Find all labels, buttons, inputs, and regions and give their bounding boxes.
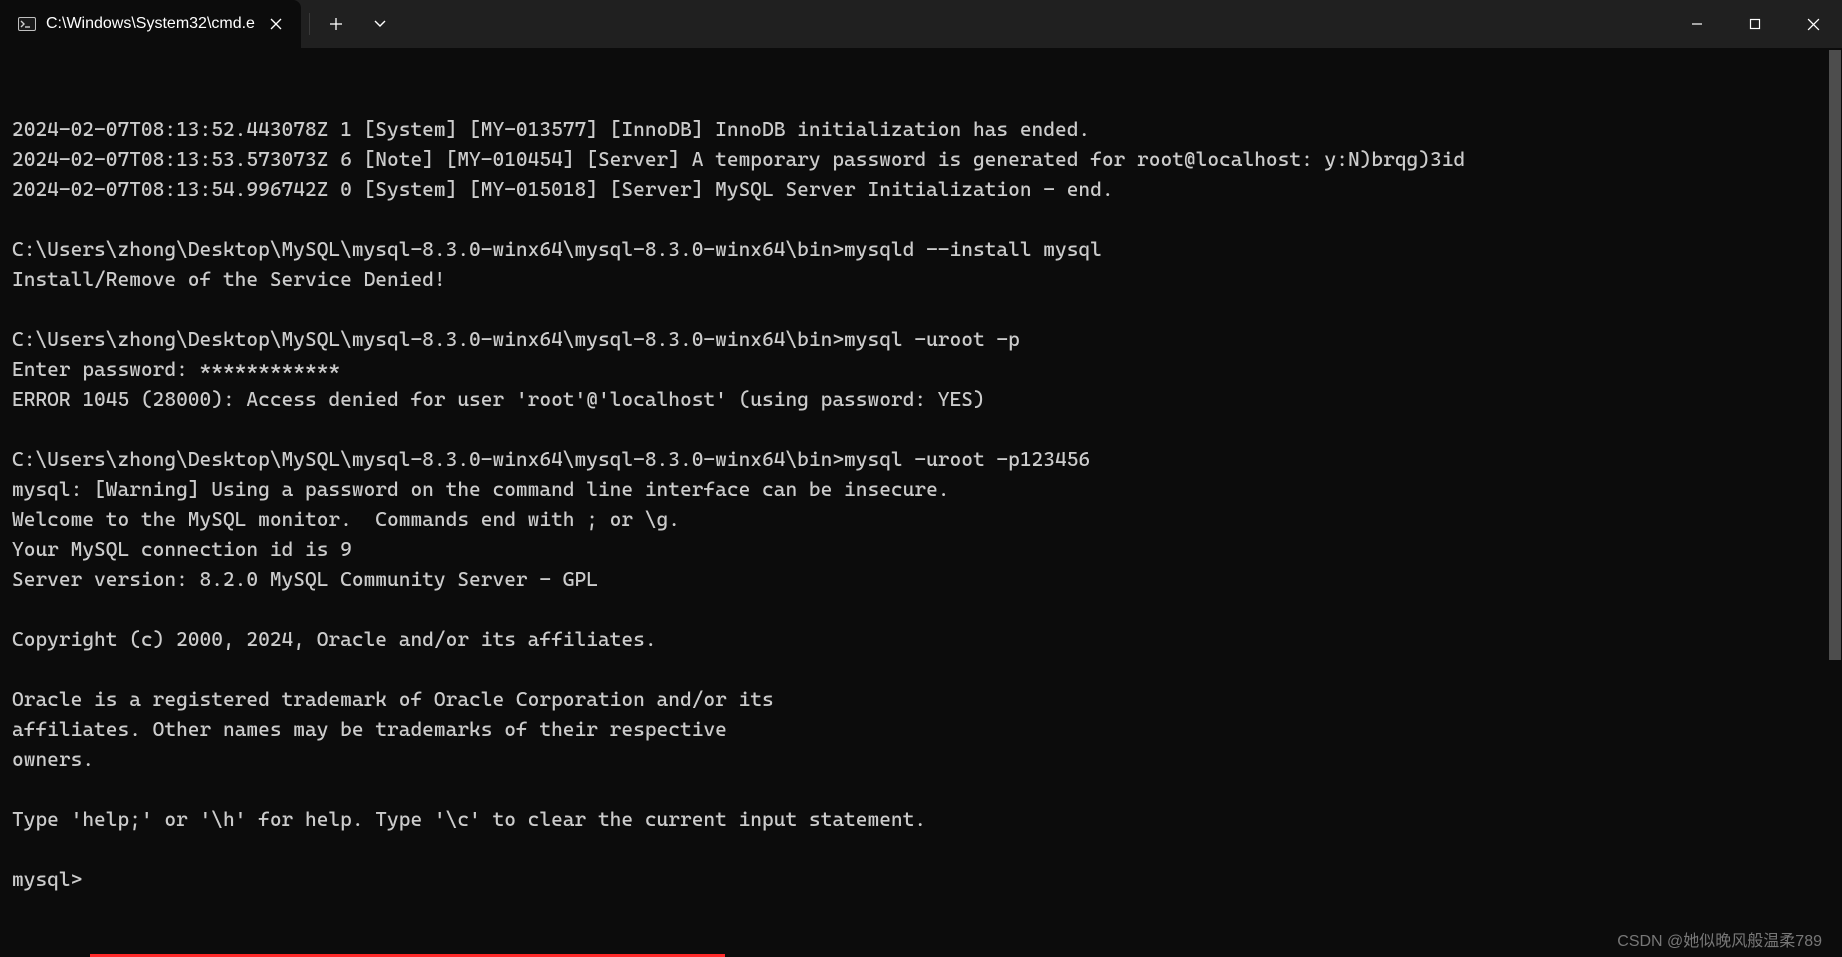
terminal-line: owners. bbox=[12, 744, 1830, 774]
terminal-line bbox=[12, 594, 1830, 624]
tab-actions bbox=[301, 0, 402, 48]
terminal-line: ERROR 1045 (28000): Access denied for us… bbox=[12, 384, 1830, 414]
terminal-line: Copyright (c) 2000, 2024, Oracle and/or … bbox=[12, 624, 1830, 654]
terminal-line: mysql: [Warning] Using a password on the… bbox=[12, 474, 1830, 504]
terminal-line: mysql> bbox=[12, 864, 1830, 894]
terminal-line: Welcome to the MySQL monitor. Commands e… bbox=[12, 504, 1830, 534]
terminal-line: C:\Users\zhong\Desktop\MySQL\mysql-8.3.0… bbox=[12, 234, 1830, 264]
minimize-button[interactable] bbox=[1668, 0, 1726, 48]
window: C:\Windows\System32\cmd.e bbox=[0, 0, 1842, 957]
terminal-icon bbox=[18, 17, 36, 31]
terminal-line: affiliates. Other names may be trademark… bbox=[12, 714, 1830, 744]
close-button[interactable] bbox=[1784, 0, 1842, 48]
terminal-line: Type 'help;' or '\h' for help. Type '\c'… bbox=[12, 804, 1830, 834]
terminal-line: C:\Users\zhong\Desktop\MySQL\mysql-8.3.0… bbox=[12, 444, 1830, 474]
new-tab-button[interactable] bbox=[314, 0, 358, 48]
scrollbar-thumb[interactable] bbox=[1829, 50, 1841, 660]
window-controls bbox=[1668, 0, 1842, 48]
terminal-line: 2024-02-07T08:13:53.573073Z 6 [Note] [MY… bbox=[12, 144, 1830, 174]
terminal-line: Enter password: ************ bbox=[12, 354, 1830, 384]
terminal-line: Oracle is a registered trademark of Orac… bbox=[12, 684, 1830, 714]
terminal-line bbox=[12, 834, 1830, 864]
terminal-line: 2024-02-07T08:13:54.996742Z 0 [System] [… bbox=[12, 174, 1830, 204]
terminal-line bbox=[12, 294, 1830, 324]
tab-active[interactable]: C:\Windows\System32\cmd.e bbox=[0, 0, 301, 48]
terminal-line: Server version: 8.2.0 MySQL Community Se… bbox=[12, 564, 1830, 594]
terminal-line: C:\Users\zhong\Desktop\MySQL\mysql-8.3.0… bbox=[12, 324, 1830, 354]
terminal-line: 2024-02-07T08:13:52.443078Z 1 [System] [… bbox=[12, 114, 1830, 144]
tab-close-button[interactable] bbox=[265, 13, 287, 35]
tab-dropdown-button[interactable] bbox=[358, 0, 402, 48]
terminal-line bbox=[12, 654, 1830, 684]
tab-title: C:\Windows\System32\cmd.e bbox=[46, 15, 255, 33]
terminal-output[interactable]: 2024-02-07T08:13:52.443078Z 1 [System] [… bbox=[0, 48, 1842, 957]
scrollbar-track[interactable] bbox=[1828, 48, 1842, 957]
terminal-line bbox=[12, 414, 1830, 444]
terminal-line: Install/Remove of the Service Denied! bbox=[12, 264, 1830, 294]
titlebar: C:\Windows\System32\cmd.e bbox=[0, 0, 1842, 48]
terminal-line bbox=[12, 774, 1830, 804]
titlebar-drag-region[interactable] bbox=[402, 0, 1668, 48]
terminal-line bbox=[12, 204, 1830, 234]
maximize-button[interactable] bbox=[1726, 0, 1784, 48]
terminal-line: Your MySQL connection id is 9 bbox=[12, 534, 1830, 564]
tab-divider bbox=[309, 13, 310, 35]
